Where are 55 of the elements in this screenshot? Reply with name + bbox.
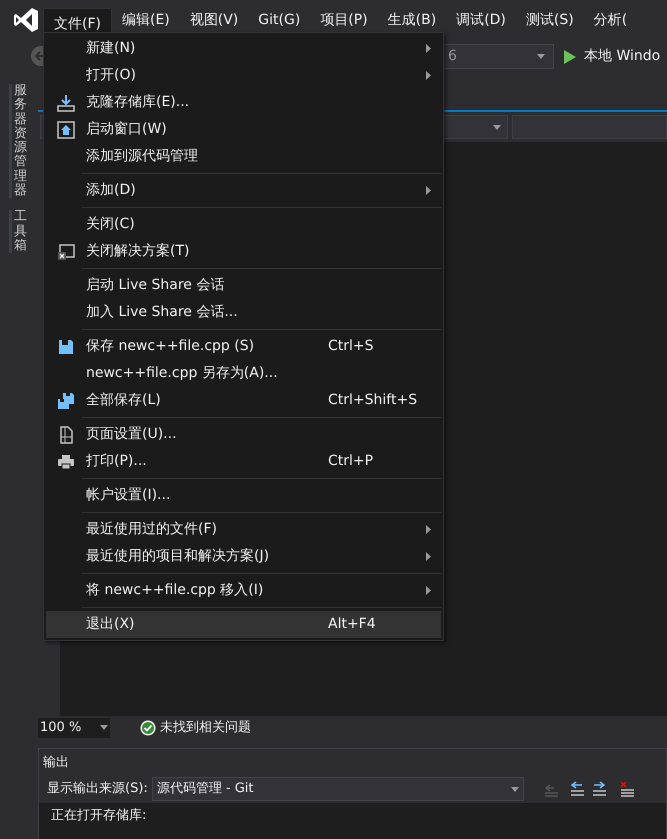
menu-entry[interactable]: 帐户设置(I)... [46,482,441,509]
caret-icon [100,725,108,730]
close-window-icon [57,242,75,260]
menu-entry[interactable]: 退出(X) Alt+F4 [46,611,441,638]
menu-entry[interactable]: 添加到源代码管理 [46,143,441,170]
menu-item[interactable]: 视图(V) [180,4,248,36]
menu-item[interactable]: 测试(S) [516,4,584,36]
run-button[interactable]: 本地 Windo [564,44,660,69]
menu-entry[interactable]: 最近使用的项目和解决方案(J) [46,543,441,570]
menu-item[interactable]: 生成(B) [378,4,446,36]
menu-item[interactable]: 分析( [584,4,638,36]
submenu-arrow-icon [426,71,431,80]
source-dropdown[interactable]: 源代码管理 - Git [152,777,524,801]
menu-entry[interactable]: 添加(D) [46,177,441,204]
menu-item[interactable]: 项目(P) [310,4,378,36]
menu-entry[interactable]: 加入 Live Share 会话... [46,299,441,326]
zoom-dropdown[interactable]: 100 % [38,718,110,738]
download-icon [57,94,75,112]
menu-item[interactable]: Git(G) [248,4,310,36]
menu-entry[interactable]: 保存 newc++file.cpp (S) Ctrl+S [46,333,441,360]
submenu-arrow-icon [426,186,431,195]
menu-item[interactable]: 调试(D) [446,4,516,36]
source-label: 显示输出来源(S): [47,780,148,798]
panel-title: 输出 [42,754,70,772]
menu-entry[interactable]: 克隆存储库(E)... [46,89,441,116]
menu-entry[interactable]: 关闭解决方案(T) [46,238,441,265]
caret-icon [493,124,501,130]
save-all-icon [57,392,75,410]
output-line: 正在打开存储库: [51,807,148,825]
submenu-arrow-icon [426,552,431,561]
menu-entry[interactable]: 将 newc++file.cpp 移入(I) [46,577,441,604]
submenu-arrow-icon [426,586,431,595]
side-tab[interactable]: 工具箱 [9,210,27,254]
clear-icon[interactable] [620,781,634,797]
logo-icon [13,7,39,33]
menu-item[interactable]: 编辑(E) [112,4,180,36]
caret-icon [537,54,545,59]
menu-entry[interactable]: newc++file.cpp 另存为(A)... [46,360,441,387]
check-icon [140,720,156,736]
submenu-arrow-icon [426,44,431,53]
menu-entry[interactable]: 全部保存(L) Ctrl+Shift+S [46,387,441,414]
home-window-icon [57,120,75,138]
submenu-arrow-icon [426,525,431,534]
printer-icon [57,452,75,470]
menu-entry[interactable]: 启动 Live Share 会话 [46,272,441,299]
play-icon [564,50,576,64]
menu-entry[interactable]: 关闭(C) [46,211,441,238]
menu-entry[interactable]: 启动窗口(W) [46,116,441,143]
side-tab[interactable]: 服务器资源管理器 [9,84,27,198]
menu-entry[interactable]: 最近使用过的文件(F) [46,516,441,543]
menu-entry[interactable]: 页面设置(U)... [46,421,441,448]
menu-entry[interactable]: 打印(P)... Ctrl+P [46,448,441,475]
caret-icon [510,786,519,792]
issues-status: 未找到相关问题 [160,718,251,737]
save-icon [57,338,75,356]
